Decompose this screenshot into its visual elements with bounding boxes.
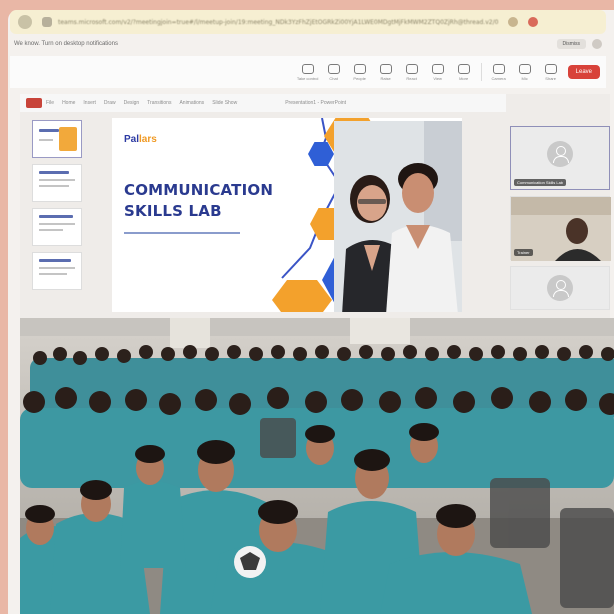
people-button[interactable]: People xyxy=(347,63,373,81)
ppt-document-title: Presentation1 - PowerPoint xyxy=(285,100,347,106)
react-button[interactable]: React xyxy=(399,63,425,81)
ppt-menu-insert[interactable]: Insert xyxy=(83,100,96,106)
take-control-button[interactable]: Take control xyxy=(295,63,321,81)
hand-icon xyxy=(301,63,314,74)
ppt-menu-draw[interactable]: Draw xyxy=(104,100,116,106)
participant-tile[interactable]: Communication Skills Lab xyxy=(510,126,610,190)
slide-thumbnail[interactable] xyxy=(32,252,82,290)
grid-icon xyxy=(431,63,444,74)
close-icon[interactable] xyxy=(592,39,602,49)
participant-tile[interactable]: Trainer xyxy=(510,196,611,261)
slide-thumbnails xyxy=(26,116,88,316)
slide-thumbnail[interactable] xyxy=(32,208,82,246)
meeting-toolbar: Take control Chat People Raise React Vie… xyxy=(10,56,606,88)
raise-hand-icon xyxy=(379,63,392,74)
avatar-icon xyxy=(547,275,573,301)
classroom-audience-photo xyxy=(20,318,614,614)
chat-icon xyxy=(327,63,340,74)
slide-thumbnail[interactable] xyxy=(32,164,82,202)
share-button[interactable]: Share xyxy=(538,63,564,81)
camera-button[interactable]: Camera xyxy=(486,63,512,81)
ppt-menu-home[interactable]: Home xyxy=(62,100,75,106)
url-text[interactable]: teams.microsoft.com/v2/?meetingjoin=true… xyxy=(58,19,498,26)
slide-thumbnail[interactable] xyxy=(32,120,82,158)
camera-icon xyxy=(492,63,505,74)
participants-panel: Communication Skills Lab Trainer xyxy=(508,118,611,314)
leave-button[interactable]: Leave xyxy=(567,65,600,79)
ellipsis-icon xyxy=(457,63,470,74)
raise-hand-button[interactable]: Raise xyxy=(373,63,399,81)
participant-tile[interactable] xyxy=(510,266,610,310)
notification-message: We know. Turn on desktop notifications xyxy=(14,41,118,47)
ppt-menu-file[interactable]: File xyxy=(46,100,54,106)
slide-title: COMMUNICATION SKILLS LAB xyxy=(124,181,274,220)
participant-name: Communication Skills Lab xyxy=(514,179,567,186)
share-icon xyxy=(544,63,557,74)
participant-name: Trainer xyxy=(514,249,533,256)
people-icon xyxy=(353,63,366,74)
mic-button[interactable]: Mic xyxy=(512,63,538,81)
ppt-menu-transitions[interactable]: Transitions xyxy=(147,100,171,106)
smiley-icon xyxy=(405,63,418,74)
ppt-menu-animations[interactable]: Animations xyxy=(179,100,204,106)
ppt-menu-slideshow[interactable]: Slide Show xyxy=(212,100,237,106)
extension-icon[interactable] xyxy=(508,17,518,27)
view-button[interactable]: View xyxy=(425,63,451,81)
profile-icon[interactable] xyxy=(528,17,538,27)
more-button[interactable]: More xyxy=(451,63,477,81)
powerpoint-ribbon: File Home Insert Draw Design Transitions… xyxy=(20,94,506,112)
slide-students-photo xyxy=(334,121,462,312)
back-icon[interactable] xyxy=(18,15,32,29)
slide-brand-logo: Pallars xyxy=(124,134,157,145)
avatar-icon xyxy=(547,141,573,167)
ppt-menu-design[interactable]: Design xyxy=(124,100,140,106)
powerpoint-logo-icon xyxy=(26,98,42,108)
shared-screen: File Home Insert Draw Design Transitions… xyxy=(20,94,611,320)
slide-title-underline xyxy=(124,232,240,234)
dismiss-button[interactable]: Dismiss xyxy=(556,39,586,49)
mic-icon xyxy=(518,63,531,74)
browser-address-bar[interactable]: teams.microsoft.com/v2/?meetingjoin=true… xyxy=(10,10,606,34)
toolbar-divider xyxy=(480,63,482,81)
lock-icon xyxy=(42,17,52,27)
chat-button[interactable]: Chat xyxy=(321,63,347,81)
notification-bar: We know. Turn on desktop notifications D… xyxy=(10,36,606,52)
current-slide: Pallars COMMUNICATION SKILLS LAB xyxy=(112,118,462,312)
